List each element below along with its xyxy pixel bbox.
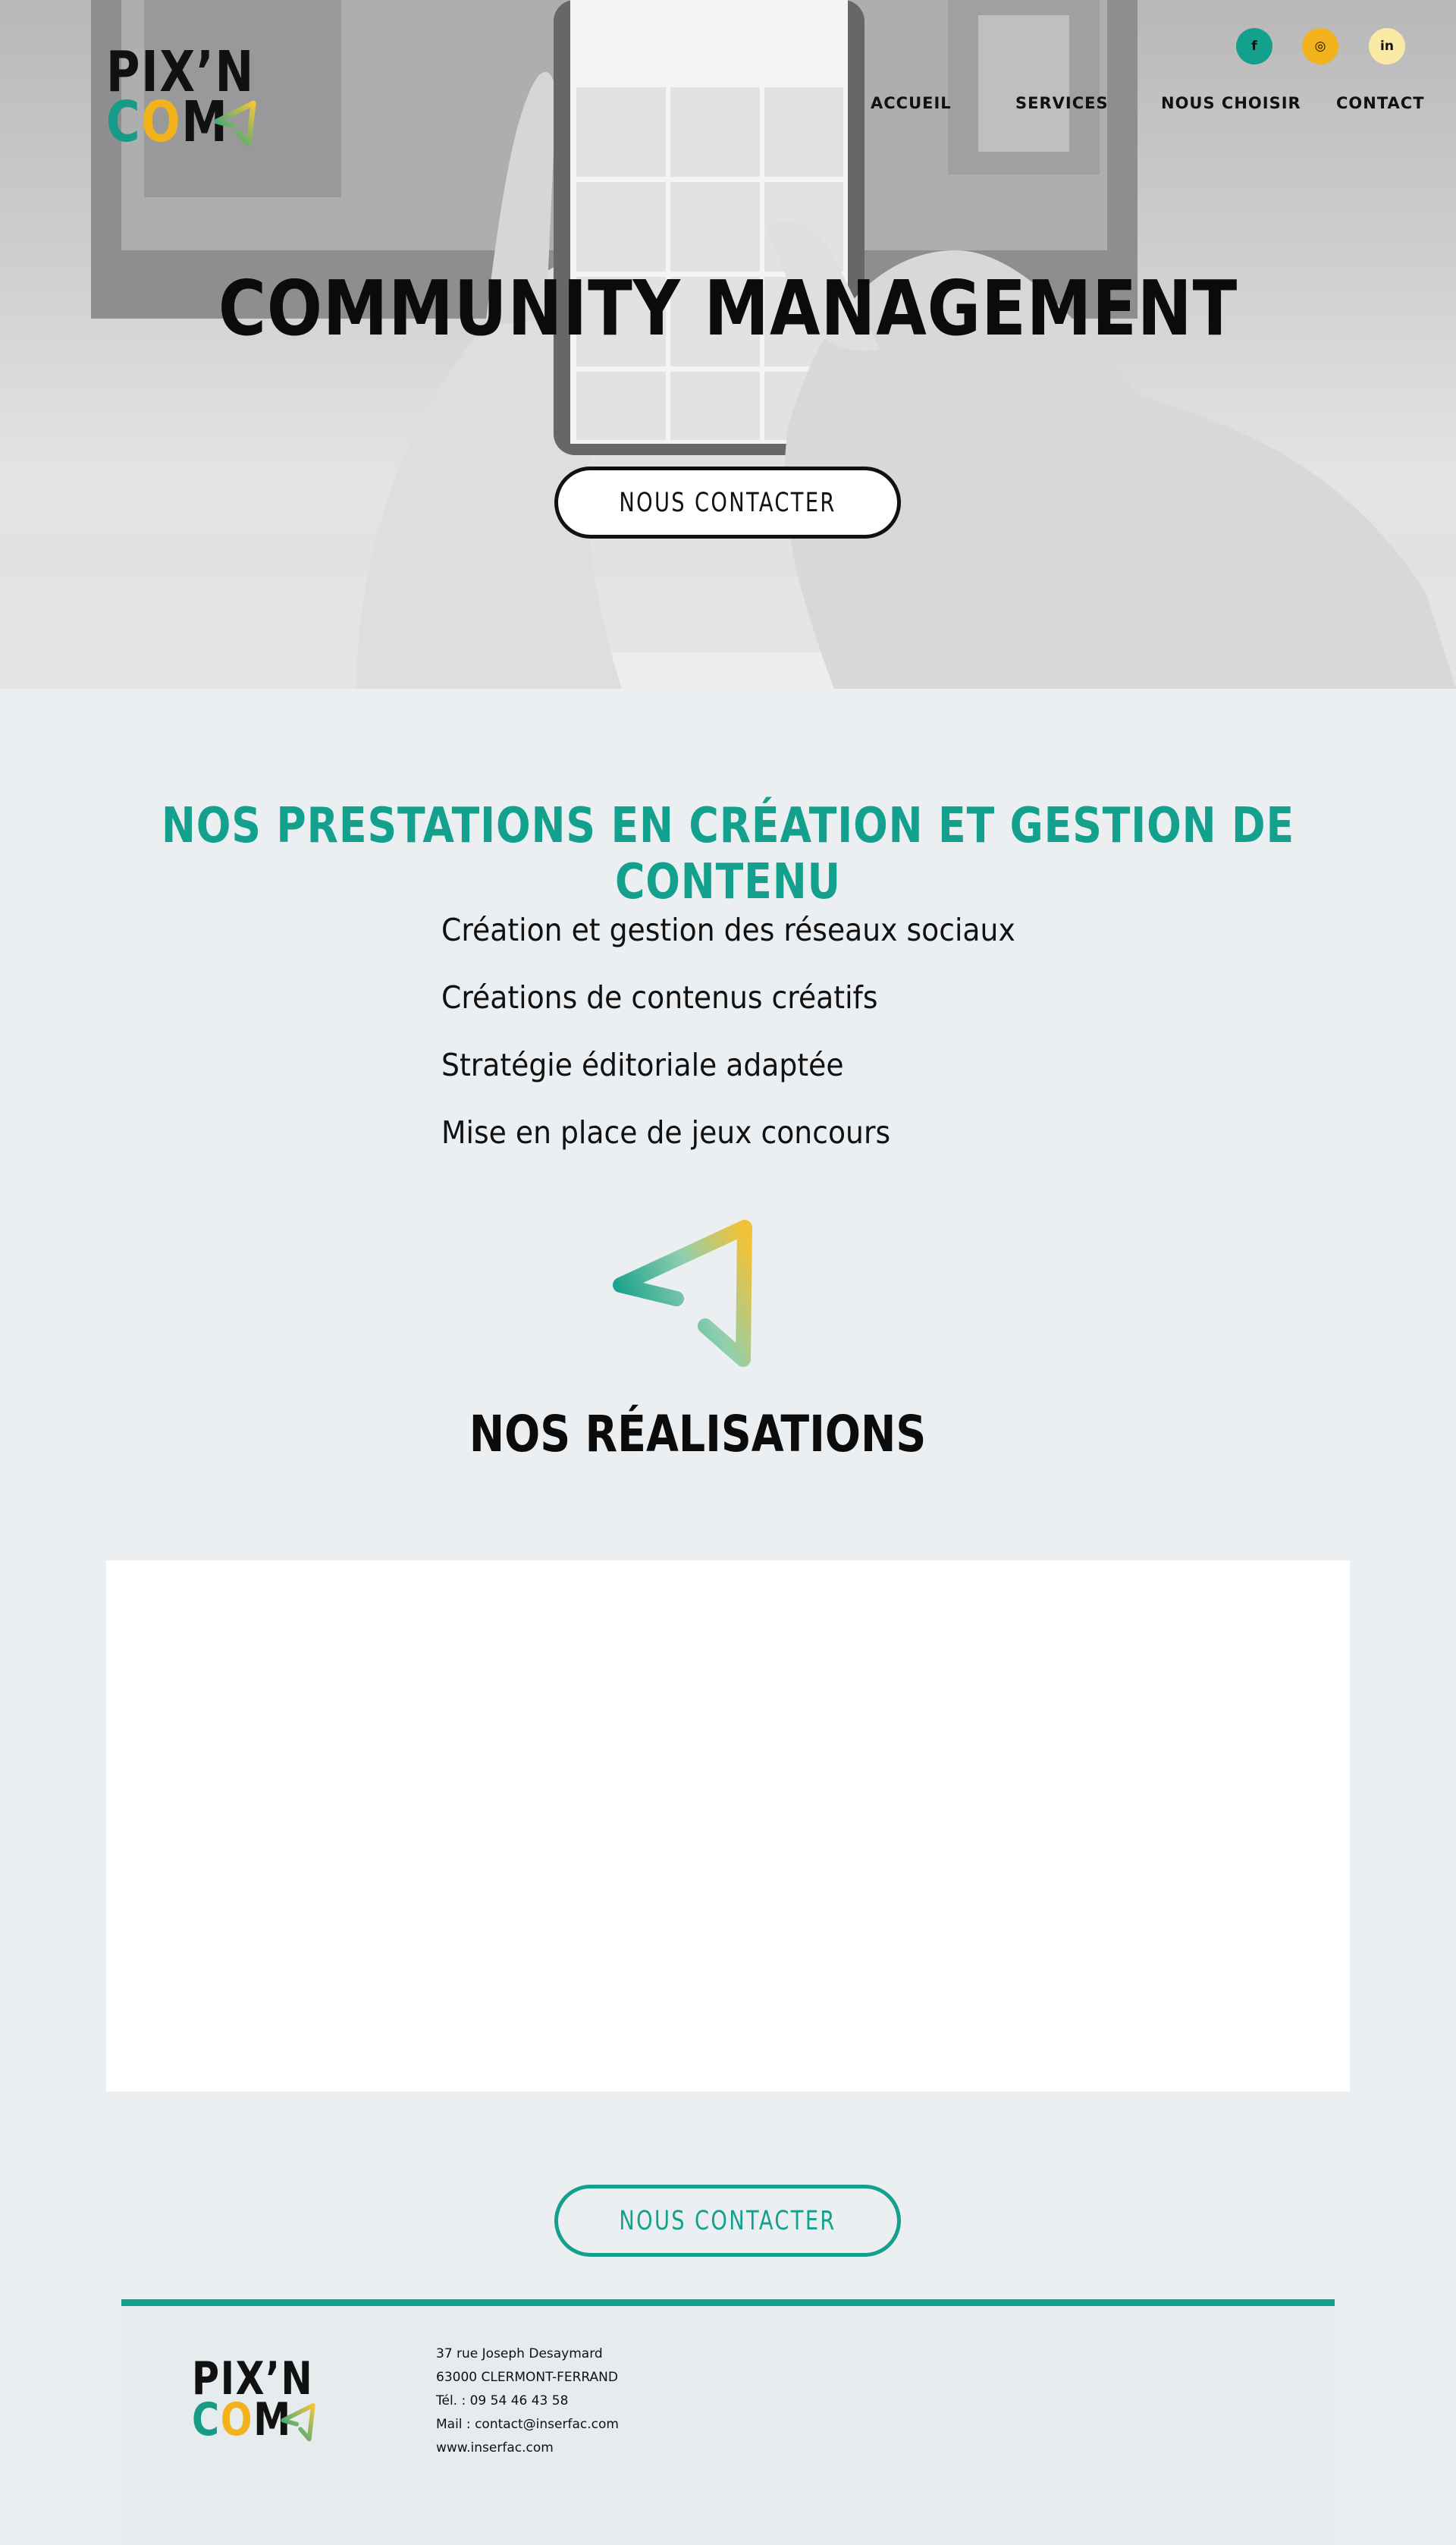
footer: PIX’N COM [121, 2306, 1335, 2545]
footer-mail[interactable]: Mail : contact@inserfac.com [436, 2413, 619, 2437]
bottom-contact-button[interactable]: NOUS CONTACTER [554, 2185, 901, 2257]
realisations-heading: NOS RÉALISATIONS [469, 1405, 927, 1463]
footer-contact-info: 37 rue Joseph Desaymard 63000 CLERMONT-F… [436, 2342, 619, 2460]
logo-arrow-icon [214, 100, 256, 147]
footer-divider [121, 2299, 1335, 2306]
realisations-gallery [106, 1560, 1350, 2091]
service-item: Création et gestion des réseaux sociaux [441, 912, 1015, 948]
service-item: Mise en place de jeux concours [441, 1114, 891, 1151]
footer-website[interactable]: www.inserfac.com [436, 2437, 619, 2460]
page-title: COMMUNITY MANAGEMENT [218, 264, 1238, 353]
linkedin-icon[interactable]: in [1369, 28, 1405, 64]
footer-address: 37 rue Joseph Desaymard [436, 2346, 603, 2361]
nav-why-us[interactable]: NOUS CHOISIR [1161, 94, 1301, 112]
nav-services[interactable]: SERVICES [1015, 94, 1109, 112]
facebook-icon[interactable]: f [1236, 28, 1272, 64]
footer-city: 63000 CLERMONT-FERRAND [436, 2370, 618, 2385]
service-item: Créations de contenus créatifs [441, 979, 878, 1016]
services-heading: NOS PRESTATIONS EN CRÉATION ET GESTION D… [161, 798, 1295, 910]
hero-banner: PIX’N COM f ◎ in ACCUEIL SERVICES NOUS C… [0, 0, 1456, 689]
service-item: Stratégie éditoriale adaptée [441, 1047, 844, 1083]
nav-contact[interactable]: CONTACT [1336, 94, 1425, 112]
brand-arrow-icon [613, 1220, 752, 1367]
instagram-icon[interactable]: ◎ [1302, 28, 1338, 64]
footer-phone: Tél. : 09 54 46 43 58 [436, 2393, 569, 2408]
brand-logo[interactable]: PIX’N COM [106, 44, 273, 158]
nav-home[interactable]: ACCUEIL [871, 94, 952, 112]
logo-arrow-icon [281, 2403, 315, 2442]
hero-contact-button[interactable]: NOUS CONTACTER [554, 467, 901, 539]
footer-logo[interactable]: PIX’N COM [192, 2356, 328, 2447]
